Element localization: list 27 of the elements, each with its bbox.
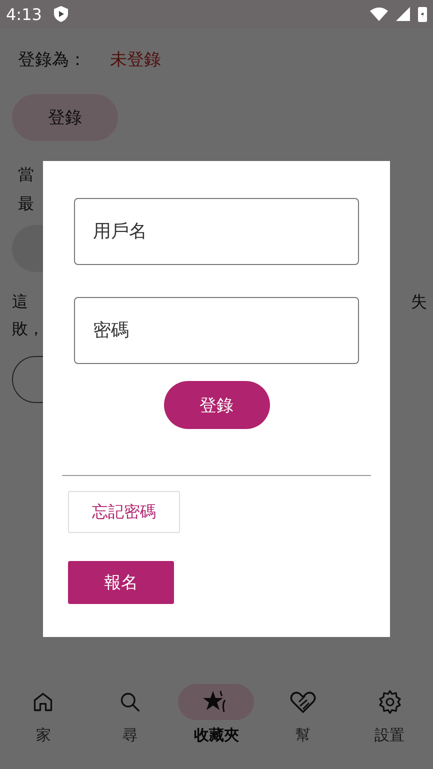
notice-text: 這 bbox=[12, 292, 28, 313]
battery-icon bbox=[418, 6, 427, 22]
signup-button[interactable]: 報名 bbox=[68, 561, 174, 604]
nav-item[interactable]: 幫 bbox=[260, 684, 346, 769]
notice-text: 敗， bbox=[12, 319, 44, 340]
login-button[interactable]: 登錄 bbox=[12, 94, 118, 141]
home-icon bbox=[32, 691, 54, 713]
nav-item[interactable]: 家 bbox=[0, 684, 86, 769]
account-status: 未登錄 bbox=[110, 49, 161, 71]
info-text: 當 bbox=[18, 165, 35, 186]
forgot-password-button[interactable]: 忘記密碼 bbox=[68, 491, 180, 533]
dialog-login-button[interactable]: 登錄 bbox=[164, 381, 270, 429]
password-field[interactable]: 密碼 bbox=[74, 297, 359, 364]
account-label: 登錄為： bbox=[18, 49, 86, 71]
notice-text: 失 bbox=[411, 292, 427, 313]
handshake-icon bbox=[290, 691, 316, 713]
search-icon bbox=[118, 691, 141, 713]
signal-icon bbox=[396, 7, 410, 21]
nav-item[interactable]: 設置 bbox=[346, 684, 433, 769]
wifi-icon bbox=[370, 7, 388, 21]
settings-icon bbox=[378, 690, 402, 714]
username-field[interactable]: 用戶名 bbox=[74, 198, 359, 265]
nav-item[interactable]: 尋 bbox=[86, 684, 173, 769]
status-time: 4:13 bbox=[6, 4, 42, 24]
nav-item[interactable]: 收藏夾 bbox=[173, 684, 260, 769]
shield-icon bbox=[54, 6, 68, 22]
info-text: 最 bbox=[18, 194, 35, 215]
